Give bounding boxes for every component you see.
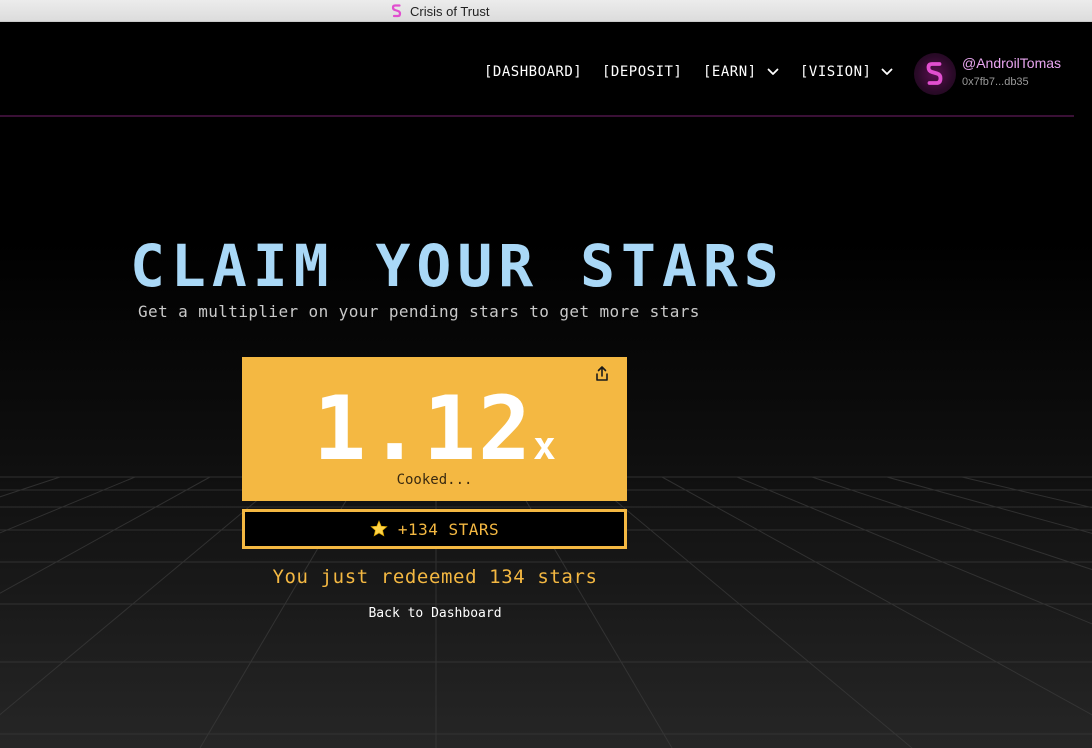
- multiplier-value: 1.12x: [242, 377, 627, 480]
- nav-deposit[interactable]: [DEPOSIT]: [602, 64, 682, 80]
- nav-dashboard[interactable]: [DASHBOARD]: [484, 64, 582, 80]
- nav-vision-dropdown[interactable]: [VISION]: [800, 64, 893, 80]
- user-handle[interactable]: @AndroilTomas: [962, 55, 1061, 71]
- page-subtitle: Get a multiplier on your pending stars t…: [138, 302, 700, 321]
- nav-earn-dropdown[interactable]: [EARN]: [703, 64, 779, 80]
- multiplier-number: 1.12: [313, 377, 534, 480]
- stars-earned-badge: +134 STARS: [242, 509, 627, 549]
- nav-earn-label: [EARN]: [703, 64, 757, 80]
- page: [DASHBOARD] [DEPOSIT] [EARN] [VISION] @A…: [0, 22, 1092, 748]
- multiplier-card: 1.12x Cooked...: [242, 357, 627, 501]
- browser-tab-bar: Crisis of Trust: [0, 0, 1092, 22]
- user-avatar[interactable]: [914, 53, 956, 95]
- multiplier-status: Cooked...: [396, 472, 473, 488]
- top-navbar: [DASHBOARD] [DEPOSIT] [EARN] [VISION] @A…: [0, 22, 1074, 117]
- page-title: CLAIM YOUR STARS: [130, 232, 785, 300]
- stars-earned-label: +134 STARS: [397, 519, 500, 539]
- browser-tab-title: Crisis of Trust: [410, 3, 490, 19]
- nav-vision-label: [VISION]: [800, 64, 872, 80]
- chevron-down-icon: [882, 68, 893, 75]
- brand-logo-icon: [926, 62, 943, 85]
- browser-tab[interactable]: Crisis of Trust: [390, 2, 489, 20]
- star-icon: [370, 520, 388, 537]
- nav-dashboard-label: [DASHBOARD]: [484, 64, 583, 80]
- back-to-dashboard-link[interactable]: Back to Dashboard: [0, 606, 870, 621]
- multiplier-suffix: x: [533, 424, 556, 468]
- wallet-address: 0x7fb7...db35: [962, 76, 1029, 88]
- brand-logo-icon: [391, 4, 402, 18]
- chevron-down-icon: [767, 68, 778, 75]
- redeemed-message: You just redeemed 134 stars: [272, 566, 598, 588]
- nav-deposit-label: [DEPOSIT]: [602, 64, 683, 80]
